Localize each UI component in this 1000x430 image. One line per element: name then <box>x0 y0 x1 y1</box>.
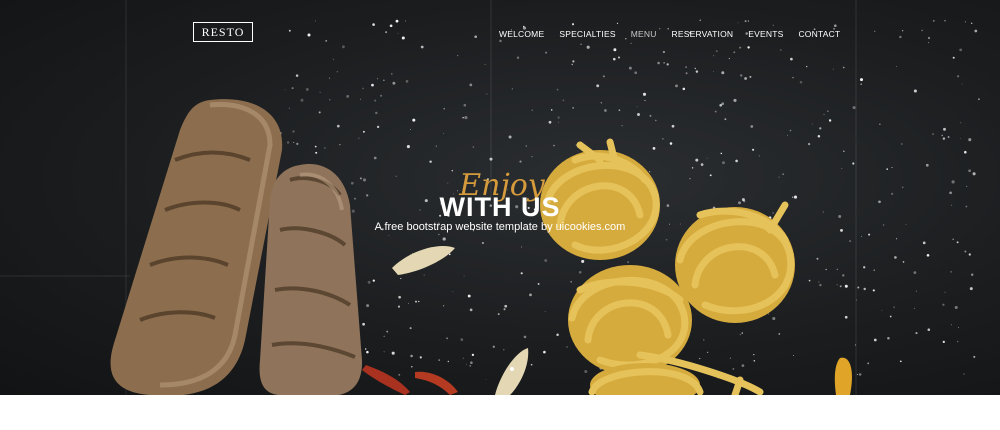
baguette-right <box>259 164 363 395</box>
nav-item-reservation[interactable]: RESERVATION <box>672 29 734 43</box>
pasta-piece <box>495 348 529 395</box>
hero-headline: WITH US <box>439 192 561 222</box>
chili-pepper <box>834 357 852 395</box>
pasta-nest <box>675 201 795 323</box>
nav-item-specialties[interactable]: SPECIALTIES <box>559 29 615 43</box>
main-nav: WELCOME SPECIALTIES MENU RESERVATION EVE… <box>499 29 855 43</box>
chili-pepper <box>362 365 410 395</box>
pasta-piece <box>392 246 455 275</box>
nav-item-contact[interactable]: CONTACT <box>798 29 840 43</box>
slide-indicator-dot[interactable] <box>510 367 514 371</box>
pasta-nest <box>588 363 744 395</box>
nav-item-events[interactable]: EVENTS <box>748 29 783 43</box>
nav-item-welcome[interactable]: WELCOME <box>499 29 544 43</box>
baguette-left <box>110 99 283 395</box>
hero-subtitle: A free bootstrap website template by uic… <box>374 221 626 233</box>
chili-pepper <box>415 371 458 395</box>
site-logo[interactable]: RESTO <box>193 22 253 42</box>
nav-item-menu[interactable]: MENU <box>631 29 657 43</box>
hero-section: RESTO WELCOME SPECIALTIES MENU RESERVATI… <box>0 0 1000 395</box>
